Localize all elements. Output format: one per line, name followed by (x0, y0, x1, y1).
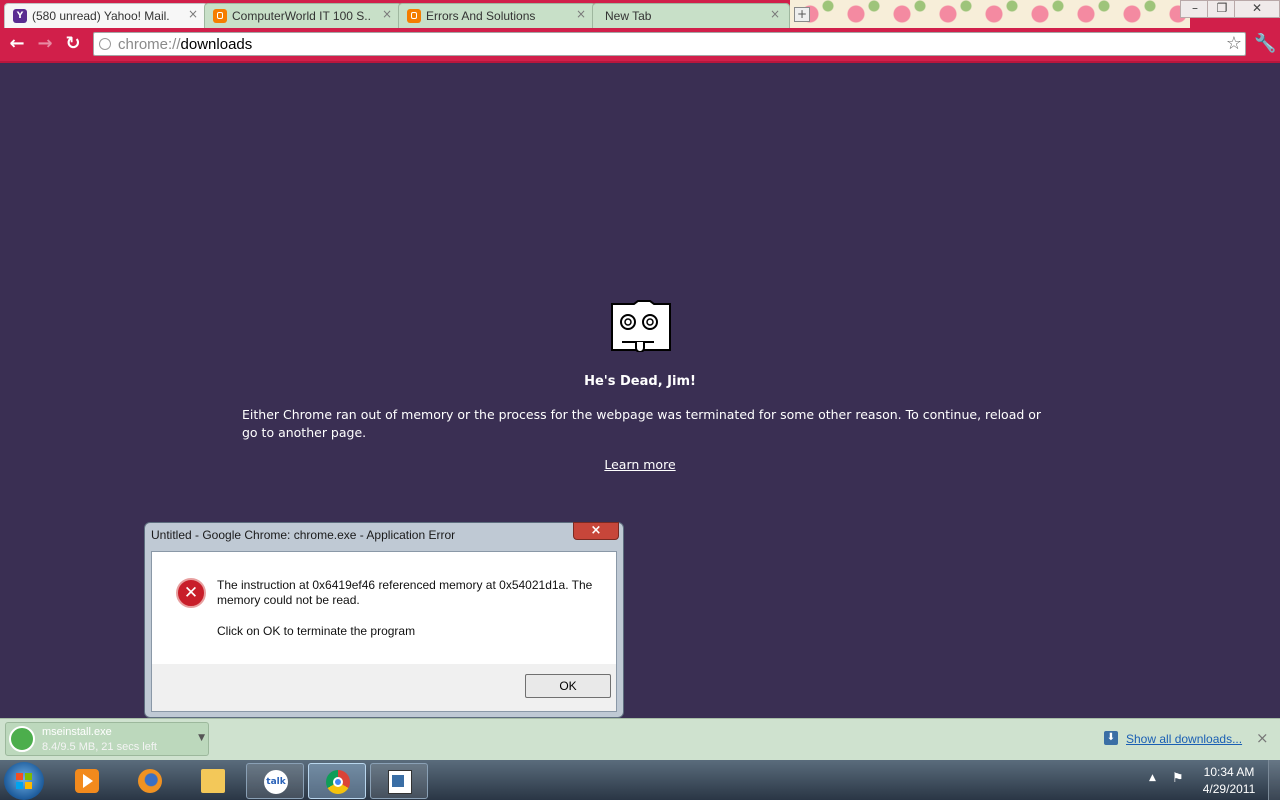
address-path: downloads (180, 36, 253, 53)
dialog-footer: OK (152, 664, 616, 711)
address-bar[interactable]: chrome://downloads ☆ (93, 32, 1246, 56)
maximize-button[interactable]: ❐ (1207, 0, 1237, 18)
taskbar-google-talk[interactable]: talk (246, 763, 304, 799)
taskbar-chrome[interactable] (308, 763, 366, 799)
start-button[interactable] (4, 762, 44, 800)
taskbar-app-window[interactable] (370, 763, 428, 799)
blogger-icon (407, 9, 421, 23)
show-all-downloads-link[interactable]: Show all downloads... (1126, 732, 1242, 746)
bookmark-star-icon[interactable]: ☆ (1226, 33, 1242, 54)
download-shelf: mseinstall.exe 8.4/9.5 MB, 21 secs left … (0, 718, 1280, 760)
error-icon: ✕ (176, 578, 206, 608)
window-icon (388, 770, 412, 794)
learn-more-link[interactable]: Learn more (590, 457, 690, 472)
dialog-title: Untitled - Google Chrome: chrome.exe - A… (151, 528, 456, 542)
address-text: chrome://downloads (118, 36, 252, 53)
dialog-body: ✕ The instruction at 0x6419ef46 referenc… (151, 551, 617, 712)
taskbar: talk ▲ ⚑ 10:34 AM 4/29/2011 (0, 760, 1280, 800)
sad-tab-message: Either Chrome ran out of memory or the p… (242, 407, 1042, 440)
tab-new-tab[interactable]: New Tab × (592, 3, 790, 28)
forward-button[interactable]: → (35, 34, 55, 54)
download-item[interactable]: mseinstall.exe 8.4/9.5 MB, 21 secs left … (5, 722, 209, 756)
back-button[interactable]: ← (7, 34, 27, 54)
tab-computerworld[interactable]: ComputerWorld IT 100 S... × (204, 3, 402, 28)
sad-tab-title: He's Dead, Jim! (584, 374, 696, 389)
close-icon[interactable]: × (1256, 729, 1269, 747)
tab-yahoo-mail[interactable]: Y (580 unread) Yahoo! Mail... × (4, 3, 208, 28)
dialog-instruction: Click on OK to terminate the program (217, 624, 416, 638)
download-filename: mseinstall.exe (42, 726, 112, 738)
wrench-icon[interactable]: 🔧 (1254, 33, 1276, 54)
close-icon[interactable]: × (576, 7, 586, 21)
blogger-icon (213, 9, 227, 23)
firefox-icon (138, 769, 162, 793)
show-desktop-button[interactable] (1268, 760, 1280, 800)
taskbar-media-player[interactable] (58, 763, 116, 799)
download-status: 8.4/9.5 MB, 21 secs left (42, 741, 157, 753)
tab-errors-and-solutions[interactable]: Errors And Solutions × (398, 3, 596, 28)
tab-strip: Y (580 unread) Yahoo! Mail... × Computer… (0, 0, 1280, 28)
yahoo-icon: Y (13, 9, 27, 23)
new-tab-button[interactable]: + (794, 7, 810, 22)
toolbar: ← → ↻ chrome://downloads ☆ (0, 28, 1280, 63)
close-icon[interactable]: × (382, 7, 392, 21)
tab-title: ComputerWorld IT 100 S... (232, 9, 370, 23)
show-hidden-icons-icon[interactable]: ▲ (1149, 773, 1156, 783)
action-center-flag-icon[interactable]: ⚑ (1172, 771, 1184, 786)
sad-tab-icon (611, 300, 671, 352)
tab-title: New Tab (605, 9, 652, 23)
windows-media-player-icon (75, 769, 99, 793)
close-icon[interactable]: × (188, 7, 198, 21)
window-close-button[interactable]: ✕ (1234, 0, 1280, 18)
tab-title: Errors And Solutions (426, 9, 536, 23)
clock-time[interactable]: 10:34 AM (1196, 765, 1262, 779)
taskbar-explorer[interactable] (184, 763, 242, 799)
ok-button[interactable]: OK (525, 674, 611, 698)
clock-date[interactable]: 4/29/2011 (1196, 782, 1262, 796)
page-icon (99, 38, 111, 50)
minimize-button[interactable]: – (1180, 0, 1210, 18)
download-progress-icon (9, 726, 35, 752)
chevron-down-icon[interactable]: ▼ (198, 733, 205, 743)
dialog-message: The instruction at 0x6419ef46 referenced… (217, 578, 593, 607)
dialog-close-button[interactable]: × (573, 522, 619, 540)
address-scheme: chrome:// (118, 36, 181, 53)
google-talk-icon: talk (264, 770, 288, 794)
download-icon: ⬇ (1104, 731, 1118, 745)
chrome-icon (326, 770, 350, 794)
close-icon[interactable]: × (770, 7, 780, 21)
windows-explorer-icon (201, 769, 225, 793)
application-error-dialog: Untitled - Google Chrome: chrome.exe - A… (144, 522, 624, 718)
theme-floral-decoration (790, 0, 1190, 28)
taskbar-firefox[interactable] (121, 763, 179, 799)
tab-title: (580 unread) Yahoo! Mail... (32, 9, 170, 23)
reload-button[interactable]: ↻ (63, 34, 83, 54)
